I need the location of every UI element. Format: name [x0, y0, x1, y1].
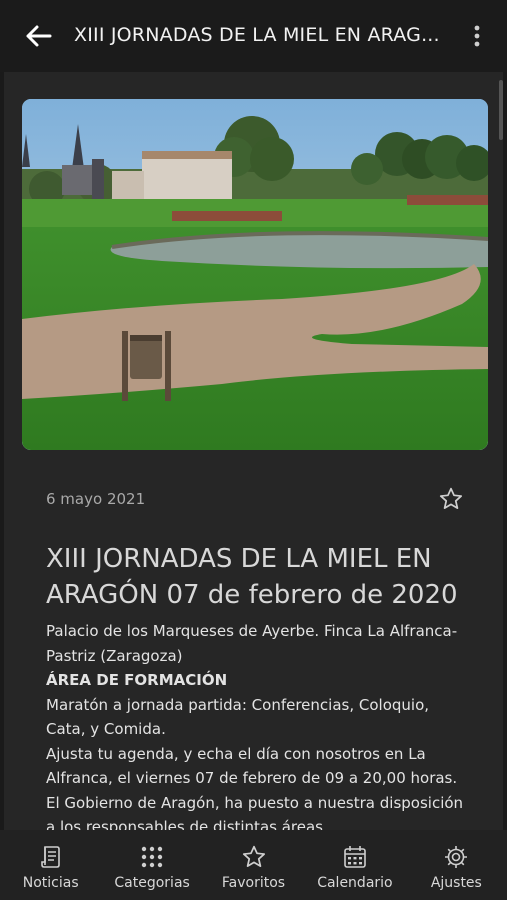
article-body: Palacio de los Marqueses de Ayerbe. Finc…	[46, 619, 471, 830]
article-date: 6 mayo 2021	[46, 490, 146, 508]
favorite-button[interactable]	[438, 486, 464, 512]
article-paragraph: Ajusta tu agenda, y echa el día con noso…	[46, 744, 458, 788]
more-options-button[interactable]	[466, 22, 488, 50]
back-button[interactable]	[24, 22, 56, 50]
nav-item-noticias[interactable]: Noticias	[0, 830, 101, 900]
more-vertical-icon	[474, 25, 480, 47]
article-paragraph: El Gobierno de Aragón, ha puesto a nuest…	[46, 793, 464, 831]
app-bar: XIII JORNADAS DE LA MIEL EN ARAG...	[0, 0, 507, 72]
news-icon	[40, 846, 60, 868]
nav-label: Categorias	[114, 875, 190, 891]
page-title: XIII JORNADAS DE LA MIEL EN ARAG...	[74, 24, 440, 46]
article-card[interactable]: 6 mayo 2021 XIII JORNADAS DE LA MIEL EN …	[4, 72, 503, 830]
article-title: XIII JORNADAS DE LA MIEL EN ARAGÓN 07 de…	[46, 544, 458, 611]
nav-item-categorias[interactable]: Categorias	[101, 830, 202, 900]
nav-item-ajustes[interactable]: Ajustes	[406, 830, 507, 900]
gear-icon	[445, 846, 468, 868]
nav-label: Noticias	[22, 875, 79, 891]
scrollbar[interactable]	[499, 80, 503, 140]
grid-dots-icon	[141, 846, 163, 868]
nav-label: Ajustes	[430, 875, 482, 891]
star-outline-icon	[439, 487, 463, 509]
nav-label: Calendario	[317, 875, 393, 891]
nav-item-calendario[interactable]: Calendario	[304, 830, 405, 900]
article-image	[22, 99, 488, 450]
nav-item-favoritos[interactable]: Favoritos	[203, 830, 304, 900]
park-photo	[22, 99, 488, 450]
calendar-icon	[344, 846, 366, 868]
article-section-heading: ÁREA DE FORMACIÓN	[46, 671, 228, 689]
arrow-left-icon	[26, 25, 52, 47]
bottom-navigation: Noticias Categorias Favoritos Calendario…	[0, 830, 507, 900]
star-icon	[242, 845, 265, 867]
article-paragraph: Maratón a jornada partida: Conferencias,…	[46, 695, 430, 739]
article-paragraph: Palacio de los Marqueses de Ayerbe. Finc…	[46, 622, 458, 665]
nav-label: Favoritos	[221, 875, 286, 891]
